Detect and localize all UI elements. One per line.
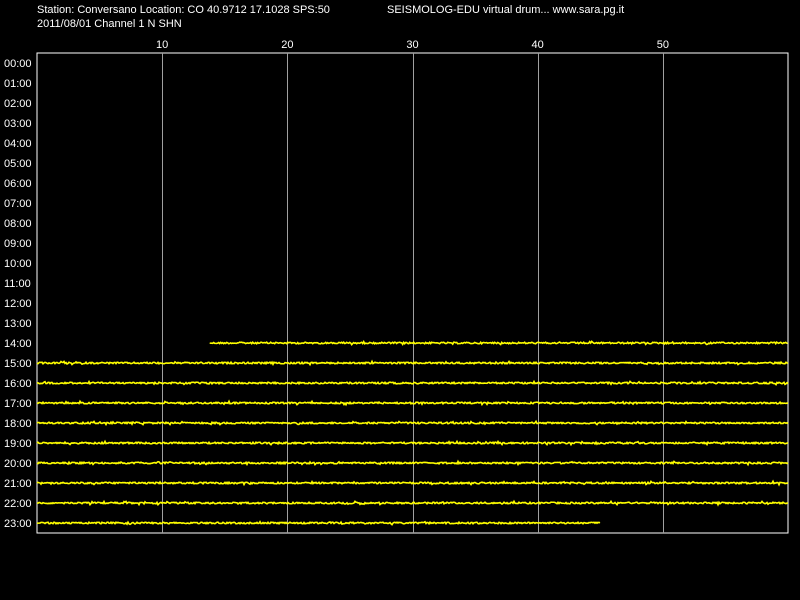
x-tick-label: 40 [532, 39, 544, 51]
plot-frame [36, 52, 789, 534]
hour-label: 11:00 [4, 278, 31, 290]
trace-2000 [36, 459, 789, 467]
minute-tick-labels: 10 20 30 40 50 [156, 39, 669, 51]
trace-1700 [36, 399, 789, 407]
seismogram-drum: 10 20 30 40 50 00:00 01:00 02:00 03:00 04:00 05:0… [4, 39, 789, 534]
hour-label: 17:00 [4, 398, 32, 410]
hour-label: 04:00 [4, 138, 32, 150]
x-tick-label: 50 [657, 39, 669, 51]
trace-1500 [36, 359, 789, 367]
hour-label: 03:00 [4, 118, 32, 130]
hour-label: 23:00 [4, 518, 32, 530]
trace-2100 [36, 479, 789, 487]
hour-label: 21:00 [4, 478, 32, 490]
hour-label: 00:00 [4, 58, 32, 70]
trace-1400 [209, 339, 788, 347]
trace-1600 [36, 379, 789, 387]
hour-label: 07:00 [4, 198, 32, 210]
x-tick-label: 20 [281, 39, 293, 51]
hour-label: 16:00 [4, 378, 32, 390]
hour-label: 13:00 [4, 318, 32, 330]
hour-label: 02:00 [4, 98, 32, 110]
hour-label: 15:00 [4, 358, 32, 370]
trace-1900 [36, 439, 789, 447]
minute-gridlines [162, 53, 664, 533]
x-tick-label: 30 [406, 39, 418, 51]
hour-label: 09:00 [4, 238, 32, 250]
hour-label: 19:00 [4, 438, 32, 450]
seismic-traces [36, 339, 789, 526]
trace-2300 [36, 520, 601, 526]
hour-label: 05:00 [4, 158, 32, 170]
x-tick-label: 10 [156, 39, 168, 51]
hour-label: 10:00 [4, 258, 32, 270]
hour-label: 06:00 [4, 178, 32, 190]
hour-labels: 00:00 01:00 02:00 03:00 04:00 05:00 06:00 07:00… [4, 58, 32, 530]
hour-label: 18:00 [4, 418, 32, 430]
trace-2200 [36, 499, 789, 507]
hour-label: 22:00 [4, 498, 32, 510]
hour-label: 14:00 [4, 338, 32, 350]
hour-label: 08:00 [4, 218, 32, 230]
trace-1800 [36, 419, 789, 427]
hour-label: 20:00 [4, 458, 32, 470]
hour-label: 12:00 [4, 298, 32, 310]
hour-label: 01:00 [4, 78, 32, 90]
